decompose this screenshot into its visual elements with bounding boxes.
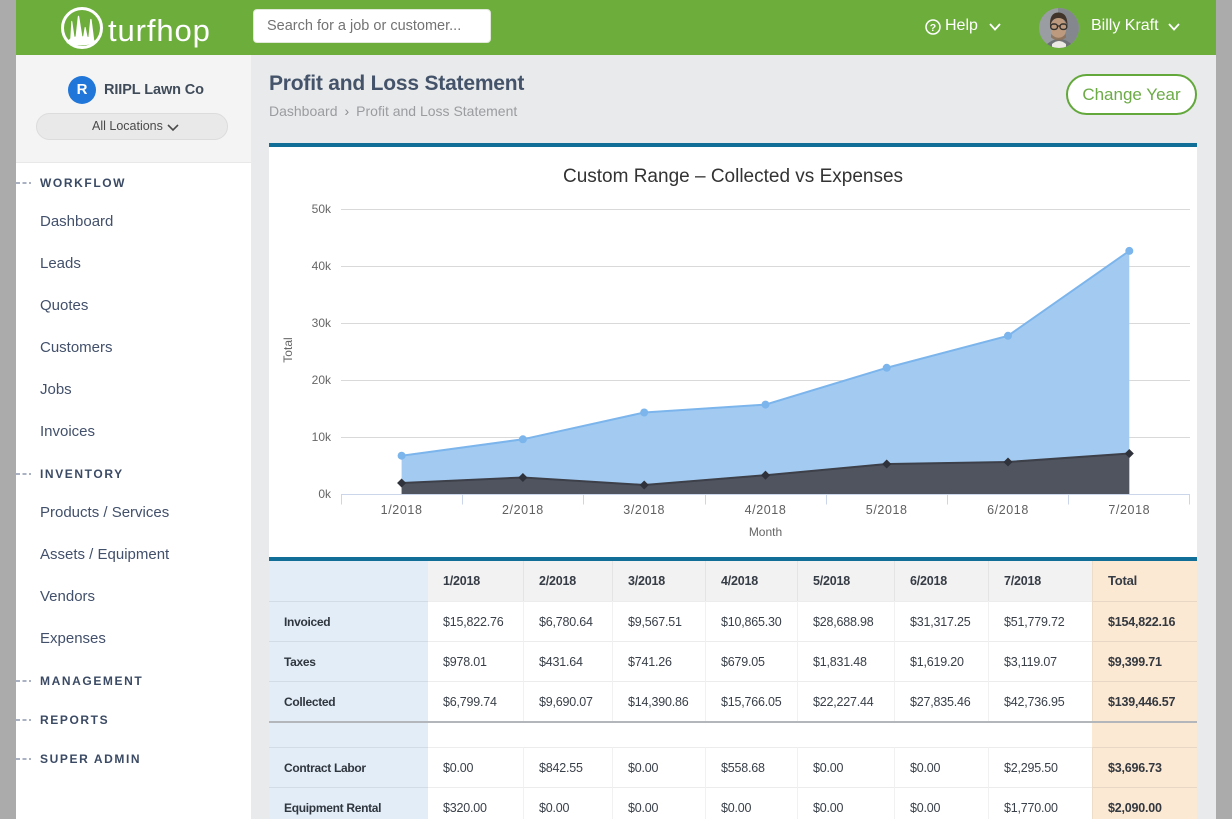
svg-text:3/2018: 3/2018	[623, 503, 665, 517]
svg-text:40k: 40k	[312, 259, 332, 273]
svg-text:7/2018: 7/2018	[1108, 503, 1150, 517]
svg-text:Custom Range – Collected vs Ex: Custom Range – Collected vs Expenses	[563, 166, 903, 187]
svg-text:20k: 20k	[312, 373, 332, 387]
svg-text:6/2018: 6/2018	[987, 503, 1029, 517]
svg-text:2/2018: 2/2018	[502, 503, 544, 517]
svg-text:10k: 10k	[312, 430, 332, 444]
svg-text:0k: 0k	[318, 487, 332, 501]
svg-text:30k: 30k	[312, 316, 332, 330]
svg-text:1/2018: 1/2018	[381, 503, 423, 517]
svg-text:Total: Total	[281, 337, 295, 362]
svg-text:50k: 50k	[312, 202, 332, 216]
svg-text:Month: Month	[749, 525, 782, 539]
svg-text:4/2018: 4/2018	[745, 503, 787, 517]
svg-text:?: ?	[930, 22, 936, 34]
svg-text:5/2018: 5/2018	[866, 503, 908, 517]
